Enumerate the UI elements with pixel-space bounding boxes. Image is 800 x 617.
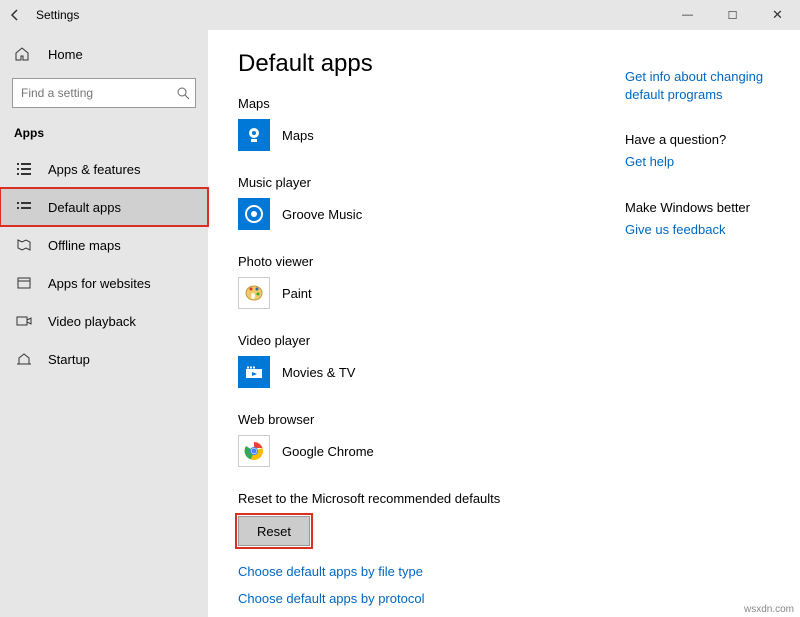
default-browser-tile[interactable]: Google Chrome <box>238 435 800 467</box>
sidebar-item-label: Video playback <box>48 314 136 329</box>
category-video: Video player <box>238 333 800 348</box>
minimize-button[interactable]: — <box>665 0 710 30</box>
default-video-tile[interactable]: Movies & TV <box>238 356 800 388</box>
default-music-label: Groove Music <box>282 207 362 222</box>
home-nav[interactable]: Home <box>0 36 208 72</box>
question-label: Have a question? <box>625 132 785 147</box>
category-photo: Photo viewer <box>238 254 800 269</box>
chrome-app-icon <box>238 435 270 467</box>
movies-app-icon <box>238 356 270 388</box>
info-link[interactable]: Get info about changing default programs <box>625 68 785 104</box>
sidebar-item-startup[interactable]: Startup <box>0 340 208 378</box>
sidebar-item-apps-websites[interactable]: Apps for websites <box>0 264 208 302</box>
sidebar-section: Apps <box>0 122 208 150</box>
back-button[interactable] <box>0 0 30 30</box>
sidebar: Home Apps Apps & features Default apps O… <box>0 30 208 617</box>
home-icon <box>14 46 34 62</box>
default-photo-tile[interactable]: Paint <box>238 277 800 309</box>
defaults-icon <box>14 199 34 215</box>
sidebar-item-offline-maps[interactable]: Offline maps <box>0 226 208 264</box>
sidebar-item-label: Apps & features <box>48 162 141 177</box>
help-link[interactable]: Get help <box>625 153 785 171</box>
default-video-label: Movies & TV <box>282 365 355 380</box>
maximize-button[interactable]: ☐ <box>710 0 755 30</box>
titlebar: Settings — ☐ ✕ <box>0 0 800 30</box>
category-browser: Web browser <box>238 412 800 427</box>
list-icon <box>14 161 34 177</box>
search-input-wrap[interactable] <box>12 78 196 108</box>
paint-app-icon <box>238 277 270 309</box>
search-input[interactable] <box>21 86 176 100</box>
watermark: wsxdn.com <box>744 604 794 615</box>
sidebar-item-label: Apps for websites <box>48 276 151 291</box>
link-file-type[interactable]: Choose default apps by file type <box>238 564 800 579</box>
sidebar-item-label: Offline maps <box>48 238 121 253</box>
map-icon <box>14 237 34 253</box>
reset-button[interactable]: Reset <box>238 516 310 546</box>
startup-icon <box>14 351 34 367</box>
link-protocol[interactable]: Choose default apps by protocol <box>238 591 800 606</box>
sidebar-item-apps-features[interactable]: Apps & features <box>0 150 208 188</box>
close-button[interactable]: ✕ <box>755 0 800 30</box>
maps-app-icon <box>238 119 270 151</box>
right-panel: Get info about changing default programs… <box>625 68 785 243</box>
groove-app-icon <box>238 198 270 230</box>
reset-heading: Reset to the Microsoft recommended defau… <box>238 491 800 506</box>
default-browser-label: Google Chrome <box>282 444 374 459</box>
sidebar-item-video-playback[interactable]: Video playback <box>0 302 208 340</box>
sidebar-item-label: Default apps <box>48 200 121 215</box>
feedback-link[interactable]: Give us feedback <box>625 221 785 239</box>
default-maps-label: Maps <box>282 128 314 143</box>
home-label: Home <box>48 47 83 62</box>
sidebar-item-default-apps[interactable]: Default apps <box>0 188 208 226</box>
video-icon <box>14 313 34 329</box>
default-photo-label: Paint <box>282 286 312 301</box>
websites-icon <box>14 275 34 291</box>
better-label: Make Windows better <box>625 200 785 215</box>
sidebar-item-label: Startup <box>48 352 90 367</box>
search-icon <box>176 86 190 100</box>
window-title: Settings <box>30 8 79 22</box>
